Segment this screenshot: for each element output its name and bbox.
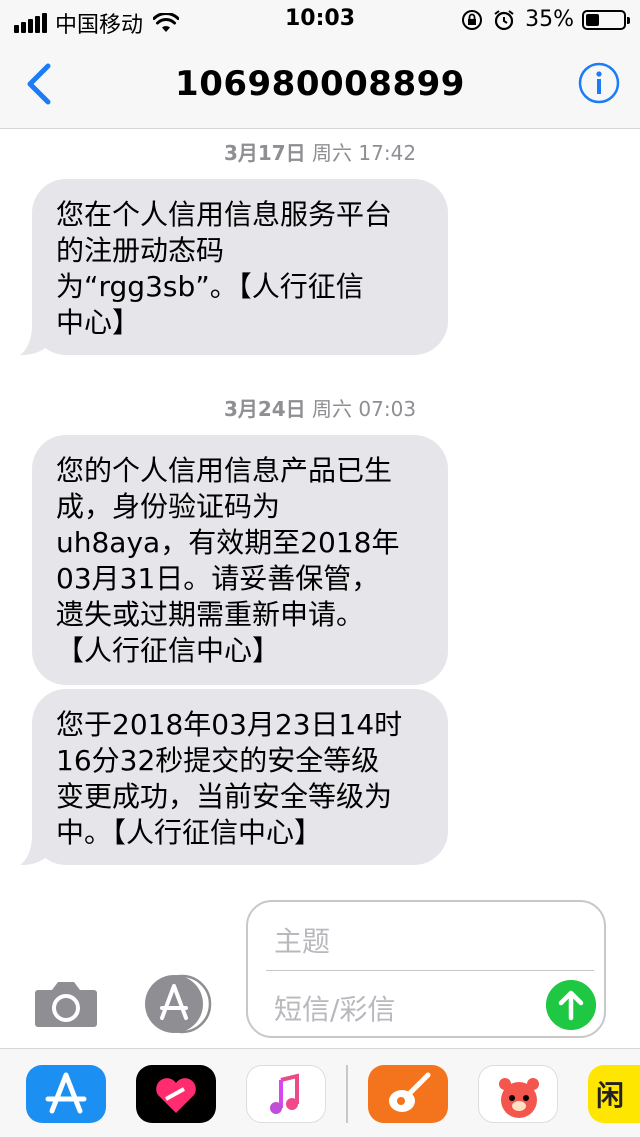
message-line: uh8aya，有效期至2018年 [56,526,400,559]
imessage-app-drawer: 闲 [0,1048,640,1137]
send-button[interactable] [546,980,596,1030]
message-line: 成，身份验证码为 [56,490,281,523]
timestamp: 3月24日 周六 07:03 [223,397,417,421]
message-thread: 3月17日 周六 17:42 您在个人信用信息服务平台 的注册动态码 为“rgg… [0,129,640,889]
timestamp: 3月17日 周六 17:42 [223,141,417,165]
message-line: 遗失或过期需重新申请。 [56,598,365,631]
message-line: 变更成功，当前安全等级为 [56,780,393,813]
info-icon[interactable] [578,62,620,104]
music-icon[interactable] [246,1065,326,1123]
message-line: 您在个人信用信息服务平台 [56,198,393,231]
message-line: 您的个人信用信息产品已生 [56,454,393,487]
app-store-icon[interactable] [26,1065,106,1123]
svg-text:闲: 闲 [596,1079,624,1112]
message-line: 03月31日。请妥善保管， [56,562,380,595]
camera-icon[interactable] [34,980,98,1028]
message-line: 中。【人行征信中心】 [56,816,323,849]
message-line: 16分32秒提交的安全等级 [56,744,380,777]
battery-icon [582,9,630,30]
bubble-tail [20,325,50,355]
message-body-input[interactable]: 短信/彩信 [274,988,395,1028]
partial-app-icon[interactable]: 闲 [588,1065,640,1123]
message-line: 您于2018年03月23日14时 [56,708,403,741]
message-line: 中心】 [56,306,141,339]
message-line: 为“rgg3sb”。【人行征信 [56,270,364,303]
app-store-drawer-icon[interactable] [140,974,212,1034]
alarm-icon [494,9,514,30]
message-compose-field[interactable]: 主题 短信/彩信 [246,900,606,1038]
message-bubble[interactable]: 您的个人信用信息产品已生 成，身份验证码为 uh8aya，有效期至2018年 0… [32,435,448,685]
status-bar: 中国移动 10:03 35% [0,0,640,40]
bubble-tail [20,835,50,865]
message-bubble[interactable]: 您在个人信用信息服务平台 的注册动态码 为“rgg3sb”。【人行征信 中心】 [20,179,448,355]
status-right: 35% [461,7,630,32]
input-divider [266,970,594,971]
message-line: 【人行征信中心】 [56,634,281,667]
message-bubble[interactable]: 您于2018年03月23日14时 16分32秒提交的安全等级 变更成功，当前安全… [20,689,448,865]
bear-sticker-icon[interactable] [478,1065,558,1123]
contact-number-title[interactable]: 106980008899 [0,64,640,104]
garageband-icon[interactable] [368,1065,448,1123]
subject-input[interactable]: 主题 [274,920,330,960]
conversation-header: 106980008899 [0,40,640,129]
orientation-lock-icon [462,9,483,30]
digital-touch-icon[interactable] [136,1065,216,1123]
battery-percent: 35% [525,7,574,32]
message-line: 的注册动态码 [56,234,225,267]
drawer-separator [346,1065,348,1123]
